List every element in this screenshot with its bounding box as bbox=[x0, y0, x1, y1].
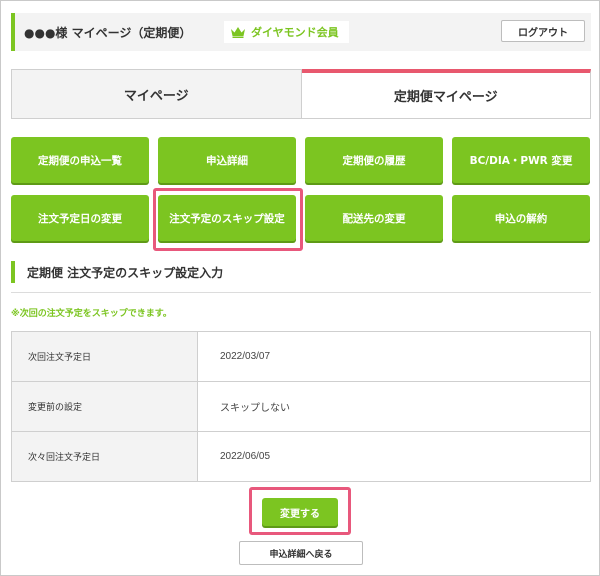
subscription-history-button[interactable]: 定期便の履歴 bbox=[305, 137, 443, 183]
skip-notice: ※次回の注文予定をスキップできます。 bbox=[11, 309, 172, 319]
order-details-button[interactable]: 申込詳細 bbox=[158, 137, 296, 183]
page-header: ●●●様 マイページ（定期便） ダイヤモンド会員 ログアウト bbox=[11, 13, 591, 51]
current-setting-value: スキップしない bbox=[197, 381, 591, 432]
following-order-date-value: 2022/06/05 bbox=[197, 431, 591, 482]
skip-setting-table: 次回注文予定日 2022/03/07 変更前の設定 スキップしない 次々回注文予… bbox=[11, 331, 591, 482]
section-title: 定期便 注文予定のスキップ設定入力 bbox=[11, 261, 591, 283]
following-order-date-label: 次々回注文予定日 bbox=[11, 431, 198, 482]
table-row: 次回注文予定日 2022/03/07 bbox=[11, 331, 591, 382]
bc-dia-pwr-change-button[interactable]: BC/DIA・PWR 変更 bbox=[452, 137, 590, 183]
order-date-change-button[interactable]: 注文予定日の変更 bbox=[11, 195, 149, 241]
tab-subscription-mypage[interactable]: 定期便マイページ bbox=[301, 69, 591, 119]
menu-grid: 定期便の申込一覧 申込詳細 定期便の履歴 BC/DIA・PWR 変更 注文予定日… bbox=[11, 137, 591, 241]
section-divider bbox=[11, 292, 591, 293]
tab-bar: マイページ 定期便マイページ bbox=[11, 69, 591, 119]
member-badge-label: ダイヤモンド会員 bbox=[251, 26, 339, 39]
member-badge: ダイヤモンド会員 bbox=[224, 21, 349, 43]
page-frame: ●●●様 マイページ（定期便） ダイヤモンド会員 ログアウト マイページ 定期便… bbox=[0, 0, 600, 576]
next-order-date-value: 2022/03/07 bbox=[197, 331, 591, 382]
table-row: 変更前の設定 スキップしない bbox=[11, 381, 591, 432]
current-setting-label: 変更前の設定 bbox=[11, 381, 198, 432]
delivery-address-change-button[interactable]: 配送先の変更 bbox=[305, 195, 443, 241]
page-title: ●●●様 マイページ（定期便） bbox=[24, 26, 192, 40]
tab-mypage[interactable]: マイページ bbox=[11, 69, 302, 119]
submit-change-button[interactable]: 変更する bbox=[262, 498, 338, 526]
back-to-details-button[interactable]: 申込詳細へ戻る bbox=[239, 541, 363, 565]
skip-setting-button[interactable]: 注文予定のスキップ設定 bbox=[158, 195, 296, 241]
table-row: 次々回注文予定日 2022/06/05 bbox=[11, 431, 591, 482]
logout-button[interactable]: ログアウト bbox=[501, 20, 585, 42]
crown-icon bbox=[231, 27, 245, 38]
next-order-date-label: 次回注文予定日 bbox=[11, 331, 198, 382]
cancel-subscription-button[interactable]: 申込の解約 bbox=[452, 195, 590, 241]
subscription-list-button[interactable]: 定期便の申込一覧 bbox=[11, 137, 149, 183]
